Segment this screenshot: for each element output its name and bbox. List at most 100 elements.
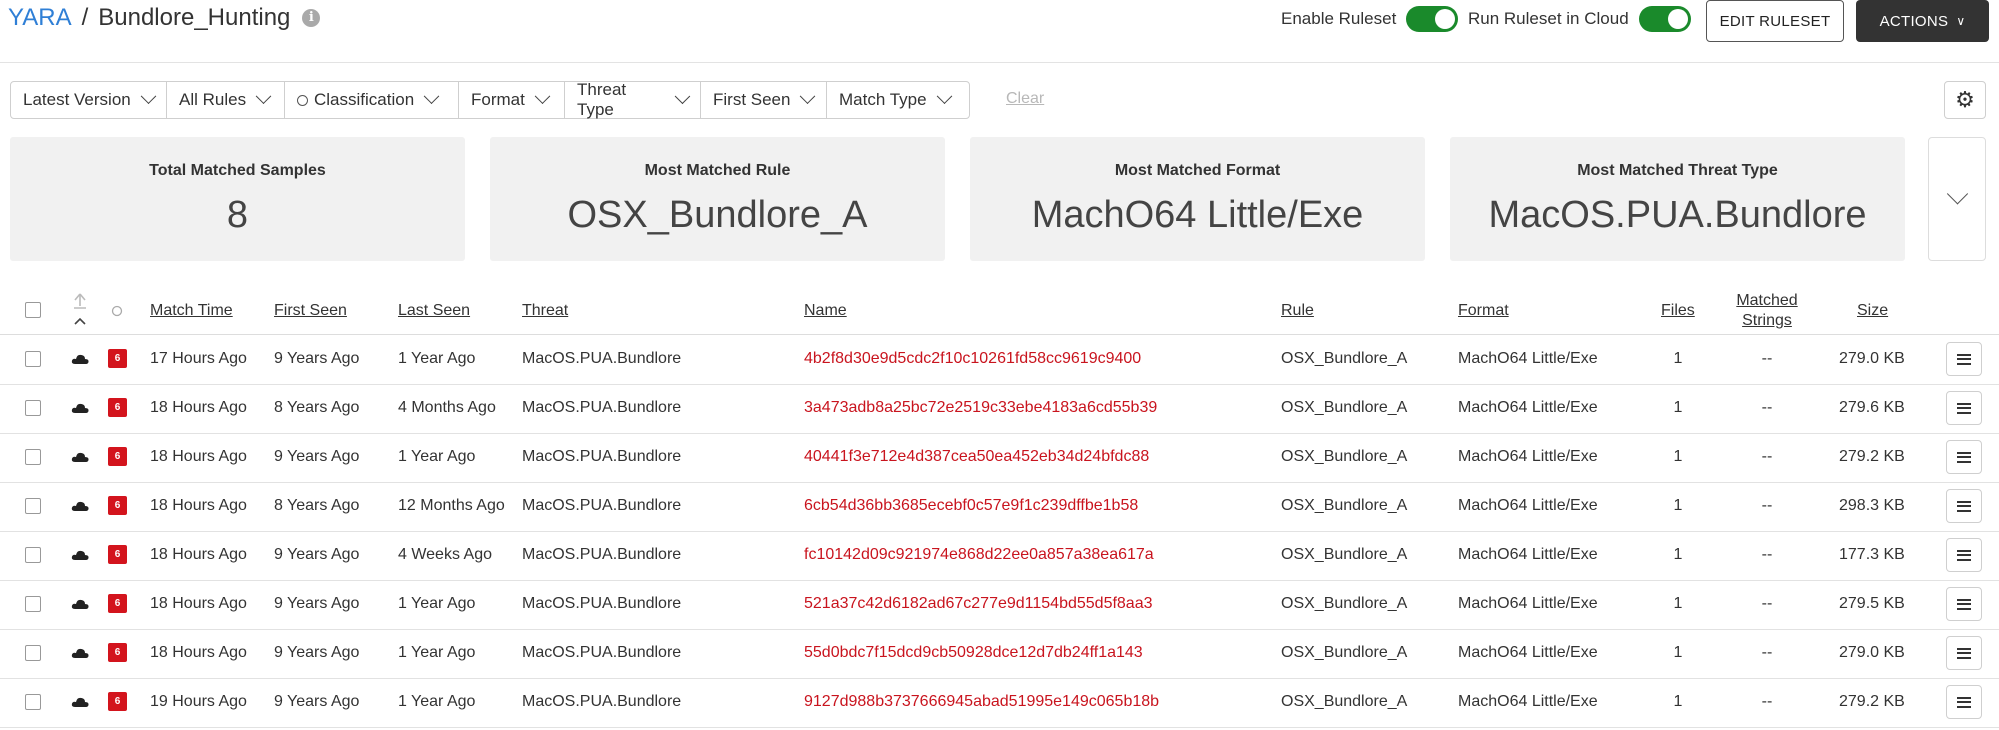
row-checkbox[interactable]	[25, 498, 41, 514]
toggle-knob	[1667, 9, 1688, 29]
chevron-down-icon: ∨	[1956, 14, 1966, 28]
filter-latest-version[interactable]: Latest Version	[11, 82, 167, 118]
filter-label: Classification	[314, 90, 415, 109]
filter-label: Match Type	[839, 90, 927, 109]
row-checkbox[interactable]	[25, 596, 41, 612]
column-first-seen[interactable]: First Seen	[274, 302, 347, 320]
cell-name-link[interactable]: 9127d988b3737666945abad51995e149c065b18b	[804, 693, 1159, 711]
breadcrumb-yara-link[interactable]: YARA	[8, 4, 72, 32]
run-cloud-toggle[interactable]	[1638, 6, 1691, 32]
filter-format[interactable]: Format	[459, 82, 565, 118]
cell-format: MachO64 Little/Exe	[1458, 595, 1598, 612]
cell-rule: OSX_Bundlore_A	[1281, 546, 1408, 563]
page-title: Bundlore_Hunting	[98, 4, 291, 31]
table-row[interactable]: 6 18 Hours Ago 9 Years Ago 1 Year Ago MacOS.…	[0, 580, 1999, 630]
cell-name-link[interactable]: 4b2f8d30e9d5cdc2f10c10261fd58cc9619c9400	[804, 350, 1141, 368]
cell-first-seen: 9 Years Ago	[274, 644, 360, 661]
cell-format: MachO64 Little/Exe	[1458, 399, 1598, 416]
stat-value: MacOS.PUA.Bundlore	[1488, 194, 1867, 236]
column-files[interactable]: Files	[1661, 302, 1695, 320]
row-checkbox[interactable]	[25, 694, 41, 710]
run-cloud-label: Run Ruleset in Cloud	[1468, 9, 1629, 28]
table-row[interactable]: 6 18 Hours Ago 9 Years Ago 1 Year Ago MacOS.…	[0, 433, 1999, 483]
row-checkbox[interactable]	[25, 547, 41, 563]
table-row[interactable]: 6 19 Hours Ago 9 Years Ago 1 Year Ago MacOS.…	[0, 678, 1999, 728]
cell-format: MachO64 Little/Exe	[1458, 546, 1598, 563]
cell-threat: MacOS.PUA.Bundlore	[522, 497, 682, 514]
settings-button[interactable]: ⚙	[1944, 81, 1986, 119]
cell-match-time: 17 Hours Ago	[150, 350, 247, 367]
actions-label: ACTIONS	[1879, 12, 1949, 30]
cell-files: 1	[1673, 693, 1683, 710]
cell-rule: OSX_Bundlore_A	[1281, 693, 1408, 710]
table-row[interactable]: 6 18 Hours Ago 9 Years Ago 1 Year Ago MacOS.…	[0, 629, 1999, 679]
row-menu-button[interactable]	[1946, 587, 1982, 621]
cell-rule: OSX_Bundlore_A	[1281, 448, 1408, 465]
select-all-checkbox[interactable]	[25, 302, 41, 318]
table-row[interactable]: 6 18 Hours Ago 9 Years Ago 4 Weeks Ago MacOS…	[0, 531, 1999, 581]
cell-threat: MacOS.PUA.Bundlore	[522, 693, 682, 710]
actions-button[interactable]: ACTIONS ∨	[1856, 0, 1989, 42]
row-menu-button[interactable]	[1946, 636, 1982, 670]
filter-first-seen[interactable]: First Seen	[701, 82, 827, 118]
chevron-down-icon	[534, 87, 551, 104]
chevron-down-icon	[423, 87, 440, 104]
cell-files: 1	[1673, 644, 1683, 661]
row-menu-button[interactable]	[1946, 391, 1982, 425]
table-row[interactable]: 6 18 Hours Ago 8 Years Ago 4 Months Ago MacO…	[0, 384, 1999, 434]
cell-files: 1	[1673, 497, 1683, 514]
cell-first-seen: 8 Years Ago	[274, 399, 360, 416]
row-checkbox[interactable]	[25, 400, 41, 416]
clear-filters-link[interactable]: Clear	[1006, 90, 1044, 108]
cell-name-link[interactable]: 3a473adb8a25bc72e2519c33ebe4183a6cd55b39	[804, 399, 1157, 417]
breadcrumb-separator: /	[81, 4, 89, 31]
enable-ruleset-toggle[interactable]	[1406, 6, 1459, 32]
table-row[interactable]: 6 17 Hours Ago 9 Years Ago 1 Year Ago MacOS.…	[0, 335, 1999, 385]
filter-all-rules[interactable]: All Rules	[167, 82, 285, 118]
row-menu-button[interactable]	[1946, 538, 1982, 572]
stat-label: Most Matched Rule	[644, 162, 791, 179]
stat-most-matched-threat-type: Most Matched Threat Type MacOS.PUA.Bundl…	[1450, 137, 1905, 261]
column-threat[interactable]: Threat	[522, 302, 568, 320]
cell-name-link[interactable]: 40441f3e712e4d387cea50ea452eb34d24bfdc88	[804, 448, 1149, 466]
edit-ruleset-button[interactable]: EDIT RULESET	[1706, 0, 1844, 42]
row-menu-button[interactable]	[1946, 342, 1982, 376]
row-menu-button[interactable]	[1946, 440, 1982, 474]
cell-name-link[interactable]: fc10142d09c921974e868d22ee0a857a38ea617a	[804, 546, 1154, 564]
column-match-time[interactable]: Match Time	[150, 302, 233, 320]
filter-classification[interactable]: Classification	[285, 82, 459, 118]
column-format[interactable]: Format	[1458, 302, 1509, 320]
filter-label: First Seen	[713, 90, 791, 109]
column-name[interactable]: Name	[804, 302, 847, 320]
stat-value: MachO64 Little/Exe	[1031, 194, 1364, 236]
cell-threat: MacOS.PUA.Bundlore	[522, 448, 682, 465]
filter-label: Threat Type	[577, 80, 627, 119]
filter-threat-type[interactable]: Threat Type	[565, 80, 701, 119]
row-checkbox[interactable]	[25, 645, 41, 661]
cell-name-link[interactable]: 6cb54d36bb3685ecebf0c57e9f1c239dffbe1b58	[804, 497, 1138, 515]
stat-label: Total Matched Samples	[149, 162, 326, 179]
filter-label: Format	[471, 90, 525, 109]
column-rule[interactable]: Rule	[1281, 302, 1314, 320]
cell-rule: OSX_Bundlore_A	[1281, 497, 1408, 514]
expand-stats-button[interactable]	[1928, 137, 1986, 261]
row-menu-button[interactable]	[1946, 685, 1982, 719]
filter-label: Latest Version	[23, 90, 131, 109]
column-matched-strings[interactable]: Matched Strings	[1732, 291, 1802, 331]
table-row[interactable]: 6 18 Hours Ago 8 Years Ago 12 Months Ago Mac…	[0, 482, 1999, 532]
menu-icon	[1957, 500, 1971, 512]
column-last-seen[interactable]: Last Seen	[398, 302, 470, 320]
stat-most-matched-format: Most Matched Format MachO64 Little/Exe	[970, 137, 1425, 261]
sort-upload-icon[interactable]	[72, 290, 88, 330]
row-checkbox[interactable]	[25, 351, 41, 367]
column-size[interactable]: Size	[1857, 302, 1888, 320]
cell-name-link[interactable]: 55d0bdc7f15dcd9cb50928dce12d7db24ff1a143	[804, 644, 1143, 662]
cell-size: 279.0 KB	[1839, 644, 1905, 661]
cell-name-link[interactable]: 521a37c42d6182ad67c277e9d1154bd55d5f8aa3	[804, 595, 1153, 613]
info-icon[interactable]: i	[302, 9, 321, 27]
column-matched-strings-line2: Strings	[1742, 312, 1792, 329]
row-checkbox[interactable]	[25, 449, 41, 465]
menu-icon	[1957, 696, 1971, 708]
row-menu-button[interactable]	[1946, 489, 1982, 523]
filter-match-type[interactable]: Match Type	[827, 82, 969, 118]
